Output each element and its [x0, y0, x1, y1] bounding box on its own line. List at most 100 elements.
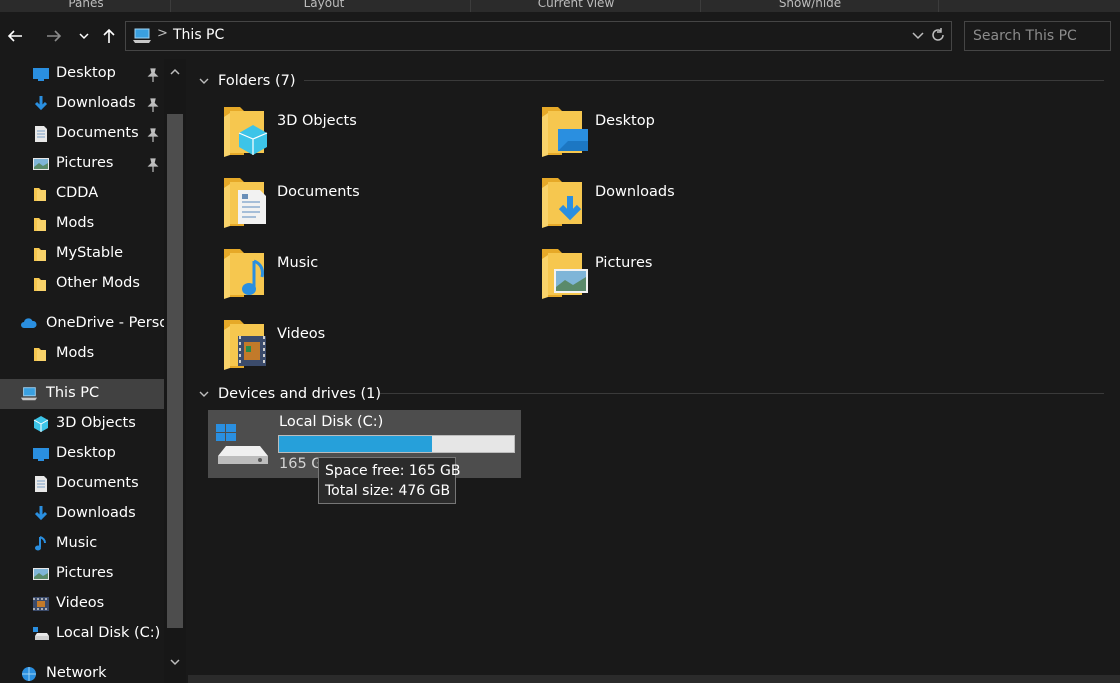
sidebar-item-label: Music: [56, 535, 98, 551]
refresh-icon[interactable]: [928, 25, 948, 45]
arrow-up-icon: [103, 28, 115, 43]
folder-label: 3D Objects: [277, 113, 357, 129]
scroll-up-icon[interactable]: [168, 65, 182, 79]
sidebar-item-local-disk[interactable]: Local Disk (C:): [0, 619, 164, 649]
arrow-left-icon: [7, 30, 22, 42]
sidebar-item-mods[interactable]: Mods: [0, 209, 164, 239]
sidebar-item-this-pc[interactable]: This PC: [0, 379, 164, 409]
pin-icon[interactable]: [145, 127, 161, 143]
ribbon-separator: [938, 0, 939, 12]
sidebar-item-label: 3D Objects: [56, 415, 136, 431]
pin-icon[interactable]: [145, 157, 161, 173]
forward-button[interactable]: [43, 25, 65, 47]
folder-icon: [34, 248, 46, 261]
sidebar-item-documents[interactable]: Documents: [0, 119, 164, 149]
folder-tile-pictures[interactable]: Pictures: [516, 245, 816, 309]
ribbon-separator: [470, 0, 471, 12]
sidebar-item-label: Downloads: [56, 95, 136, 111]
scroll-down-icon[interactable]: [168, 655, 182, 669]
network-icon: [22, 667, 36, 681]
sidebar-item-label: CDDA: [56, 185, 99, 201]
this-pc-icon: [133, 28, 151, 43]
drive-label: Local Disk (C:): [279, 414, 384, 430]
folder-tile-downloads[interactable]: Downloads: [516, 174, 816, 238]
sidebar-item-documents-pc[interactable]: Documents: [0, 469, 164, 499]
up-button[interactable]: [98, 25, 120, 47]
chevron-down-icon[interactable]: [198, 388, 210, 400]
sidebar-item-label: OneDrive - Person: [46, 315, 178, 331]
3d-objects-icon: [33, 416, 49, 432]
breadcrumb-separator[interactable]: >: [157, 26, 168, 41]
ribbon-group-panes: Panes: [68, 0, 104, 10]
folder-tile-videos[interactable]: Videos: [198, 316, 498, 380]
sidebar-item-music[interactable]: Music: [0, 529, 164, 559]
sidebar-item-videos[interactable]: Videos: [0, 589, 164, 619]
sidebar-item-label: Downloads: [56, 505, 136, 521]
folder-tile-desktop[interactable]: Desktop: [516, 103, 816, 167]
address-bar-row: > This PC: [0, 12, 1120, 59]
sidebar-item-network[interactable]: Network: [0, 659, 164, 683]
sidebar-item-other-mods[interactable]: Other Mods: [0, 269, 164, 299]
downloads-icon: [34, 96, 48, 111]
arrow-right-icon: [47, 30, 62, 42]
folder-icon: [34, 278, 46, 291]
folder-tile-music[interactable]: Music: [198, 245, 498, 309]
devices-group-header[interactable]: Devices and drives (1): [198, 382, 1108, 406]
ribbon-separator: [170, 0, 171, 12]
navigation-pane: Desktop Downloads Documents Pictures CDD…: [0, 59, 186, 683]
tooltip-space-free: Space free: 165 GB: [325, 463, 461, 479]
desktop-folder-icon: [542, 107, 588, 157]
sidebar-item-label: Documents: [56, 125, 139, 141]
sidebar-item-cdda[interactable]: CDDA: [0, 179, 164, 209]
pin-icon[interactable]: [145, 67, 161, 83]
folder-label: Pictures: [595, 255, 653, 271]
search-input[interactable]: [965, 22, 1110, 50]
sidebar-item-onedrive[interactable]: OneDrive - Person: [0, 309, 177, 339]
sidebar-item-onedrive-mods[interactable]: Mods: [0, 339, 164, 369]
folder-tile-3d-objects[interactable]: 3D Objects: [198, 103, 498, 167]
folder-label: Downloads: [595, 184, 675, 200]
desktop-icon: [33, 68, 49, 81]
search-box[interactable]: [964, 21, 1111, 51]
music-icon: [35, 536, 46, 551]
videos-folder-icon: [224, 320, 266, 370]
ribbon-group-current-view: Current view: [537, 0, 615, 10]
status-bar: [188, 675, 1120, 683]
this-pc-icon: [20, 387, 38, 401]
sidebar-item-label: This PC: [46, 385, 100, 401]
sidebar-item-downloads-pc[interactable]: Downloads: [0, 499, 164, 529]
sidebar-item-desktop[interactable]: Desktop: [0, 59, 164, 89]
sidebar-item-label: Network: [46, 665, 107, 681]
sidebar-scrollbar-thumb[interactable]: [167, 114, 183, 628]
group-divider: [380, 393, 1104, 394]
address-bar[interactable]: > This PC: [125, 21, 952, 51]
folder-label: Music: [277, 255, 319, 271]
sidebar-item-mystable[interactable]: MyStable: [0, 239, 164, 269]
recent-locations-button[interactable]: [73, 25, 95, 47]
folder-icon: [34, 188, 46, 201]
folder-tile-documents[interactable]: Documents: [198, 174, 498, 238]
pin-icon[interactable]: [145, 97, 161, 113]
sidebar-item-downloads[interactable]: Downloads: [0, 89, 164, 119]
address-history-chevron-icon[interactable]: [911, 28, 925, 42]
sidebar-item-label: Documents: [56, 475, 139, 491]
breadcrumb-this-pc[interactable]: This PC: [173, 27, 224, 43]
sidebar-item-desktop-pc[interactable]: Desktop: [0, 439, 164, 469]
sidebar-item-label: MyStable: [56, 245, 124, 261]
3d-objects-folder-icon: [224, 107, 268, 157]
drive-tooltip: Space free: 165 GB Total size: 476 GB: [318, 457, 461, 504]
documents-icon: [35, 126, 47, 142]
folder-label: Desktop: [595, 113, 655, 129]
ribbon-group-labels: Panes Layout Current view Show/hide: [0, 0, 1120, 12]
ribbon-group-layout: Layout: [303, 0, 345, 10]
chevron-down-icon[interactable]: [198, 75, 210, 87]
folders-group-header[interactable]: Folders (7): [198, 69, 1108, 93]
sidebar-item-3d-objects[interactable]: 3D Objects: [0, 409, 164, 439]
sidebar-item-pictures-pc[interactable]: Pictures: [0, 559, 164, 589]
sidebar-item-label: Mods: [56, 215, 95, 231]
folders-group-title: Folders (7): [218, 73, 296, 89]
sidebar-item-label: Desktop: [56, 65, 116, 81]
downloads-folder-icon: [542, 178, 582, 228]
back-button[interactable]: [4, 25, 26, 47]
sidebar-item-pictures[interactable]: Pictures: [0, 149, 164, 179]
